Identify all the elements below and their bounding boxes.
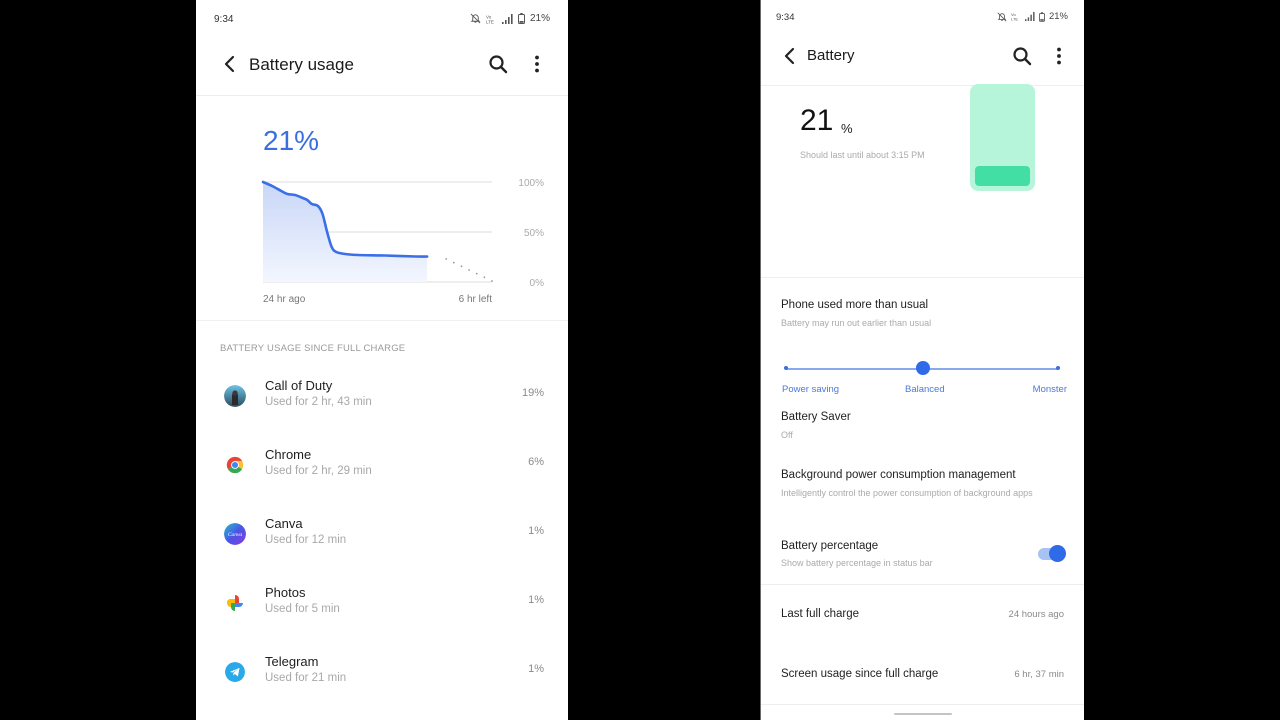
svg-text:LTE: LTE	[486, 19, 494, 24]
app-usage-percent: 1%	[528, 663, 544, 675]
screen-usage-label: Screen usage since full charge	[781, 668, 939, 680]
home-indicator[interactable]	[894, 713, 952, 715]
battery-icon	[517, 13, 525, 24]
app-usage-time: Used for 2 hr, 29 min	[265, 465, 372, 477]
divider	[761, 277, 1084, 278]
battery-usage-screen: 9:34 Vo LTE 21% Battery usage 21% 100% 50%…	[196, 0, 568, 720]
y-tick-label: 50%	[524, 228, 544, 239]
section-header: BATTERY USAGE SINCE FULL CHARGE	[220, 343, 406, 354]
chevron-left-icon[interactable]	[780, 46, 800, 66]
signal-icon	[1024, 12, 1035, 21]
app-name: Canva	[265, 516, 303, 531]
telegram-icon	[225, 662, 245, 682]
slider-thumb[interactable]	[916, 361, 930, 375]
app-row-chrome[interactable]: Chrome Used for 2 hr, 29 min 6%	[196, 435, 568, 495]
status-battery-percent: 21%	[529, 13, 550, 24]
app-row-canva[interactable]: Canva Canva Used for 12 min 1%	[196, 504, 568, 564]
divider	[761, 704, 1084, 705]
volte-icon: VoLTE	[486, 14, 494, 24]
app-name: Call of Duty	[265, 378, 333, 393]
battery-settings-screen: 9:34 Vo LTE 21% Battery 21 % Should last …	[760, 0, 1084, 720]
svg-text:Canva: Canva	[228, 532, 243, 538]
y-tick-label: 100%	[518, 178, 544, 189]
alert-subtitle: Battery may run out earlier than usual	[781, 318, 932, 328]
app-usage-time: Used for 2 hr, 43 min	[265, 396, 372, 408]
search-icon[interactable]	[1012, 46, 1032, 66]
app-usage-percent: 1%	[528, 594, 544, 606]
call-of-duty-icon	[224, 385, 246, 407]
slider-stop-power-saving[interactable]	[784, 366, 788, 370]
volte-icon: VoLTE	[1011, 12, 1018, 21]
battery-icon	[1038, 11, 1045, 22]
background-power-title: Background power consumption management	[781, 469, 1016, 481]
last-full-charge-label: Last full charge	[781, 608, 859, 620]
app-usage-time: Used for 5 min	[265, 603, 340, 615]
app-name: Photos	[265, 585, 306, 600]
mute-icon	[470, 13, 481, 24]
more-vert-icon[interactable]	[532, 54, 542, 74]
status-battery-percent: 21%	[1048, 11, 1068, 22]
canva-icon: Canva	[224, 523, 246, 545]
chrome-icon	[226, 456, 244, 474]
app-usage-percent: 1%	[528, 525, 544, 537]
slider-stop-monster[interactable]	[1056, 366, 1060, 370]
battery-level-chart: 100% 50% 0% 24 hr ago 6 hr left	[261, 178, 545, 305]
app-usage-percent: 19%	[521, 387, 544, 399]
app-usage-time: Used for 21 min	[265, 672, 347, 684]
projection-dot	[491, 280, 493, 282]
battery-percentage-subtitle: Show battery percentage in status bar	[781, 558, 933, 568]
page-title: Battery	[807, 47, 855, 64]
projection-dot	[460, 265, 463, 268]
x-tick-label: 24 hr ago	[263, 294, 306, 305]
projection-dot	[468, 269, 470, 271]
divider	[196, 320, 568, 321]
photos-icon	[227, 595, 243, 611]
background-power-subtitle: Intelligently control the power consumpt…	[781, 488, 1033, 498]
toggle-knob	[1049, 545, 1066, 562]
projection-dot	[445, 258, 448, 260]
app-name: Telegram	[265, 654, 319, 669]
alert-title: Phone used more than usual	[781, 299, 929, 311]
app-bar: Battery	[761, 36, 1084, 86]
y-tick-label: 0%	[530, 278, 545, 289]
battery-percent-value: 21	[800, 104, 834, 137]
app-usage-time: Used for 12 min	[265, 534, 347, 546]
app-row-telegram[interactable]: Telegram Used for 21 min 1%	[196, 642, 568, 702]
battery-percentage-title: Battery percentage	[781, 540, 879, 552]
divider	[761, 584, 1084, 585]
app-row-call-of-duty[interactable]: Call of Duty Used for 2 hr, 43 min 19%	[196, 366, 568, 426]
battery-saver-title: Battery Saver	[781, 411, 851, 423]
battery-estimate: Should last until about 3:15 PM	[800, 150, 925, 160]
battery-saver-value: Off	[781, 430, 793, 440]
status-time: 9:34	[776, 12, 795, 23]
more-vert-icon[interactable]	[1054, 46, 1064, 66]
page-title: Battery usage	[249, 55, 354, 74]
app-usage-percent: 6%	[528, 456, 544, 468]
chevron-left-icon[interactable]	[220, 54, 240, 74]
search-icon[interactable]	[488, 54, 508, 74]
battery-graphic-fill	[975, 166, 1030, 186]
mode-label-balanced[interactable]: Balanced	[905, 384, 945, 395]
status-bar: 9:34 Vo LTE 21%	[196, 0, 568, 38]
projection-dot	[452, 261, 455, 264]
mute-icon	[997, 12, 1007, 21]
projection-dot	[483, 276, 486, 279]
battery-graphic	[970, 84, 1035, 191]
status-bar: 9:34 Vo LTE 21%	[761, 0, 1084, 38]
battery-percent-unit: %	[841, 121, 853, 136]
x-tick-label: 6 hr left	[459, 294, 493, 305]
mode-label-power-saving[interactable]: Power saving	[782, 384, 839, 395]
svg-text:LTE: LTE	[1011, 17, 1018, 21]
app-name: Chrome	[265, 447, 312, 462]
battery-level-text: 21%	[263, 125, 320, 156]
projection-dot	[475, 272, 478, 275]
signal-icon	[501, 13, 513, 24]
app-bar: Battery usage	[196, 40, 568, 96]
app-row-photos[interactable]: Photos Used for 5 min 1%	[196, 573, 568, 633]
status-time: 9:34	[214, 14, 234, 25]
battery-percentage-toggle[interactable]	[1038, 545, 1066, 563]
last-full-charge-value: 24 hours ago	[1008, 609, 1064, 620]
mode-label-monster[interactable]: Monster	[1033, 384, 1067, 395]
screen-usage-value: 6 hr, 37 min	[1014, 669, 1064, 680]
